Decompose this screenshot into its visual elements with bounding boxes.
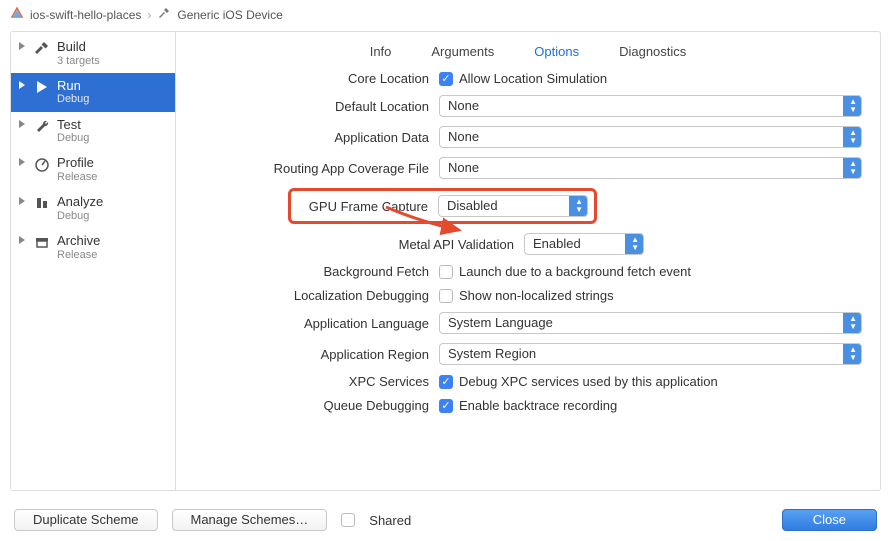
disclosure-triangle-icon[interactable] <box>19 194 27 205</box>
archive-icon <box>33 233 51 250</box>
options-panel: Info Arguments Options Diagnostics Core … <box>176 32 880 490</box>
footer-bar: Duplicate Scheme Manage Schemes… Shared … <box>0 499 891 541</box>
tab-options[interactable]: Options <box>534 44 579 59</box>
sidebar-item-sub: Release <box>57 171 97 184</box>
application-language-select[interactable]: System Language▲▼ <box>439 312 862 334</box>
allow-location-sim-checkbox[interactable]: ✓ <box>439 72 453 86</box>
sidebar-item-sub: Debug <box>57 210 103 223</box>
sidebar-item-sub: Debug <box>57 132 89 145</box>
play-icon <box>33 78 51 95</box>
localization-debug-checkbox[interactable] <box>439 289 453 303</box>
disclosure-triangle-icon[interactable] <box>19 117 27 128</box>
localization-debug-text: Show non-localized strings <box>459 288 614 303</box>
localization-debug-label: Localization Debugging <box>194 288 429 303</box>
default-location-label: Default Location <box>194 99 429 114</box>
hammer-icon <box>33 39 51 56</box>
queue-debugging-text: Enable backtrace recording <box>459 398 617 413</box>
tab-info[interactable]: Info <box>370 44 392 59</box>
background-fetch-text: Launch due to a background fetch event <box>459 264 691 279</box>
sidebar-item-sub: Release <box>57 249 100 262</box>
duplicate-scheme-button[interactable]: Duplicate Scheme <box>14 509 158 531</box>
sidebar-item-analyze[interactable]: AnalyzeDebug <box>11 189 175 228</box>
shared-label: Shared <box>369 513 411 528</box>
sidebar-item-test[interactable]: TestDebug <box>11 112 175 151</box>
application-data-label: Application Data <box>194 130 429 145</box>
breadcrumb-separator: › <box>147 8 151 22</box>
hammer-icon <box>157 6 171 23</box>
application-language-label: Application Language <box>194 316 429 331</box>
gauge-icon <box>33 155 51 172</box>
sidebar-item-profile[interactable]: ProfileRelease <box>11 150 175 189</box>
application-region-label: Application Region <box>194 347 429 362</box>
xpc-services-text: Debug XPC services used by this applicat… <box>459 374 718 389</box>
sidebar-item-label: Build <box>57 39 100 55</box>
sidebar-item-label: Archive <box>57 233 100 249</box>
wrench-icon <box>33 117 51 134</box>
sidebar-item-label: Profile <box>57 155 97 171</box>
sidebar-item-sub: 3 targets <box>57 55 100 68</box>
metal-validation-select[interactable]: Enabled▲▼ <box>524 233 644 255</box>
allow-location-sim-label: Allow Location Simulation <box>459 71 607 86</box>
shared-checkbox[interactable] <box>341 513 355 527</box>
application-data-select[interactable]: None▲▼ <box>439 126 862 148</box>
tab-diagnostics[interactable]: Diagnostics <box>619 44 686 59</box>
scheme-sidebar: Build3 targets RunDebug TestDebug Profil… <box>11 32 176 490</box>
breadcrumb-project[interactable]: ios-swift-hello-places <box>30 8 141 22</box>
xpc-services-label: XPC Services <box>194 374 429 389</box>
sidebar-item-label: Analyze <box>57 194 103 210</box>
scheme-editor-frame: Build3 targets RunDebug TestDebug Profil… <box>10 31 881 491</box>
analyze-icon <box>33 194 51 211</box>
xcode-project-icon <box>10 6 24 23</box>
application-region-select[interactable]: System Region▲▼ <box>439 343 862 365</box>
queue-debugging-label: Queue Debugging <box>194 398 429 413</box>
background-fetch-label: Background Fetch <box>194 264 429 279</box>
gpu-frame-capture-select[interactable]: Disabled▲▼ <box>438 195 588 217</box>
routing-file-select[interactable]: None▲▼ <box>439 157 862 179</box>
highlight-annotation: GPU Frame Capture Disabled▲▼ <box>288 188 597 224</box>
sidebar-item-label: Test <box>57 117 89 133</box>
sidebar-item-archive[interactable]: ArchiveRelease <box>11 228 175 267</box>
disclosure-triangle-icon[interactable] <box>19 39 27 50</box>
default-location-select[interactable]: None▲▼ <box>439 95 862 117</box>
background-fetch-checkbox[interactable] <box>439 265 453 279</box>
close-button[interactable]: Close <box>782 509 877 531</box>
sidebar-item-label: Run <box>57 78 89 94</box>
breadcrumb-target[interactable]: Generic iOS Device <box>177 8 282 22</box>
breadcrumb: ios-swift-hello-places › Generic iOS Dev… <box>0 0 891 29</box>
core-location-label: Core Location <box>194 71 429 86</box>
tab-arguments[interactable]: Arguments <box>431 44 494 59</box>
gpu-frame-capture-label: GPU Frame Capture <box>297 199 428 214</box>
metal-validation-label: Metal API Validation <box>194 237 514 252</box>
queue-debugging-checkbox[interactable]: ✓ <box>439 399 453 413</box>
tab-bar: Info Arguments Options Diagnostics <box>194 40 862 71</box>
sidebar-item-run[interactable]: RunDebug <box>11 73 175 112</box>
disclosure-triangle-icon[interactable] <box>19 233 27 244</box>
sidebar-item-build[interactable]: Build3 targets <box>11 34 175 73</box>
disclosure-triangle-icon[interactable] <box>19 155 27 166</box>
routing-file-label: Routing App Coverage File <box>194 161 429 176</box>
sidebar-item-sub: Debug <box>57 93 89 106</box>
disclosure-triangle-icon[interactable] <box>19 78 27 89</box>
manage-schemes-button[interactable]: Manage Schemes… <box>172 509 328 531</box>
xpc-services-checkbox[interactable]: ✓ <box>439 375 453 389</box>
